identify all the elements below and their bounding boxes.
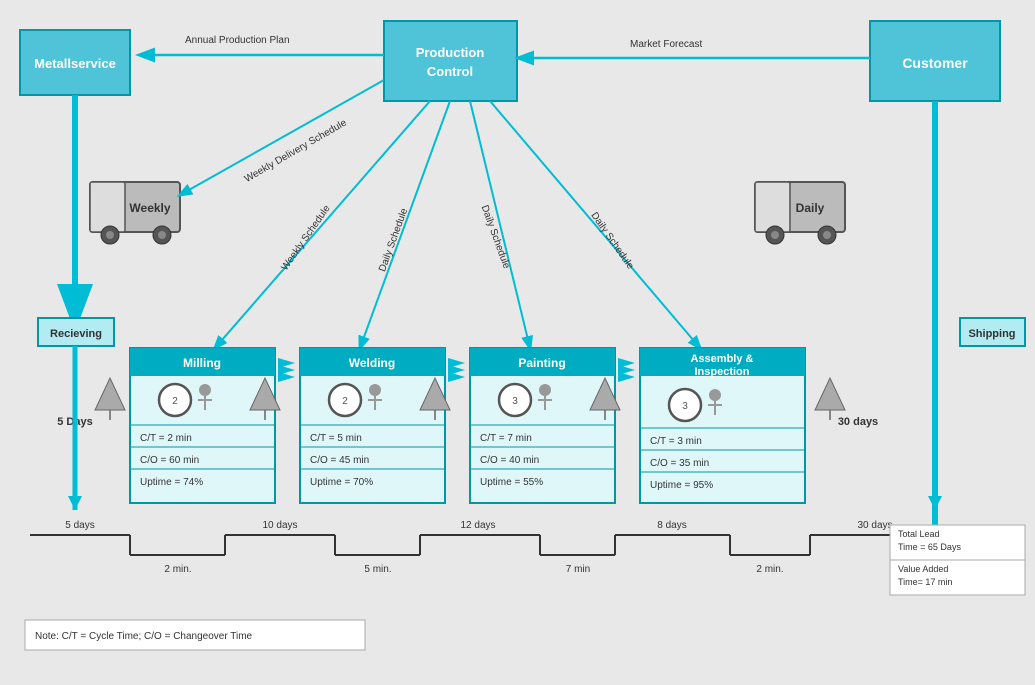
svg-text:2 min.: 2 min.	[756, 564, 783, 575]
svg-text:Inspection: Inspection	[694, 366, 749, 378]
svg-text:Uptime = 70%: Uptime = 70%	[310, 477, 373, 488]
svg-text:Note: C/T = Cycle Time; C/O =: Note: C/T = Cycle Time; C/O = Changeover…	[35, 631, 253, 642]
svg-text:Painting: Painting	[518, 356, 565, 370]
svg-text:Market Forecast: Market Forecast	[630, 39, 702, 50]
svg-text:Daily: Daily	[796, 201, 825, 215]
svg-text:Uptime = 55%: Uptime = 55%	[480, 477, 543, 488]
svg-text:Control: Control	[427, 64, 473, 79]
svg-text:5 Days: 5 Days	[57, 416, 92, 428]
svg-text:12 days: 12 days	[460, 520, 495, 531]
svg-text:Weekly: Weekly	[129, 201, 170, 215]
svg-text:2 min.: 2 min.	[164, 564, 191, 575]
svg-text:2: 2	[172, 396, 178, 407]
svg-text:C/T = 7 min: C/T = 7 min	[480, 433, 532, 444]
svg-text:Recieving: Recieving	[50, 328, 102, 340]
svg-text:C/O = 40 min: C/O = 40 min	[480, 455, 539, 466]
svg-text:Shipping: Shipping	[968, 328, 1015, 340]
svg-text:7 min: 7 min	[566, 564, 590, 575]
diagram: Metallservice Production Control Custome…	[0, 0, 1035, 685]
svg-text:Production: Production	[416, 45, 485, 60]
svg-text:Customer: Customer	[902, 55, 968, 71]
svg-text:3: 3	[512, 396, 518, 407]
svg-text:C/T = 3 min: C/T = 3 min	[650, 436, 702, 447]
svg-text:3: 3	[682, 401, 688, 412]
svg-text:Milling: Milling	[183, 356, 221, 370]
svg-text:Daily Schedule: Daily Schedule	[588, 210, 636, 271]
svg-text:C/O = 35 min: C/O = 35 min	[650, 458, 709, 469]
svg-text:Daily Schedule: Daily Schedule	[377, 206, 410, 273]
svg-text:Time = 65 Days: Time = 65 Days	[898, 542, 961, 552]
svg-text:Uptime = 74%: Uptime = 74%	[140, 477, 203, 488]
svg-text:Value Added: Value Added	[898, 564, 948, 574]
svg-text:30 days: 30 days	[838, 416, 878, 428]
svg-text:C/T = 2 min: C/T = 2 min	[140, 433, 192, 444]
svg-text:C/O = 60 min: C/O = 60 min	[140, 455, 199, 466]
svg-text:Uptime = 95%: Uptime = 95%	[650, 480, 713, 491]
svg-text:C/T = 5 min: C/T = 5 min	[310, 433, 362, 444]
svg-text:Time= 17 min: Time= 17 min	[898, 577, 952, 587]
svg-text:Weekly Schedule: Weekly Schedule	[279, 203, 332, 273]
svg-text:Metallservice: Metallservice	[34, 56, 116, 71]
svg-text:2: 2	[342, 396, 348, 407]
svg-text:5 days: 5 days	[65, 520, 94, 531]
svg-text:5 min.: 5 min.	[364, 564, 391, 575]
svg-text:Welding: Welding	[349, 356, 395, 370]
svg-text:C/O = 45 min: C/O = 45 min	[310, 455, 369, 466]
svg-text:30 days: 30 days	[857, 520, 892, 531]
svg-text:8 days: 8 days	[657, 520, 686, 531]
svg-text:Assembly &: Assembly &	[691, 353, 754, 365]
svg-text:10 days: 10 days	[262, 520, 297, 531]
svg-text:Annual Production Plan: Annual Production Plan	[185, 35, 290, 46]
svg-text:Daily Schedule: Daily Schedule	[479, 204, 512, 271]
svg-text:Total Lead: Total Lead	[898, 529, 940, 539]
svg-text:Weekly Delivery Schedule: Weekly Delivery Schedule	[243, 117, 349, 185]
